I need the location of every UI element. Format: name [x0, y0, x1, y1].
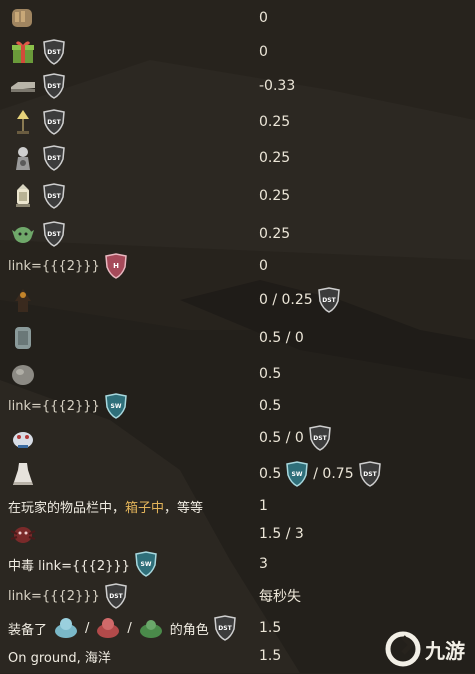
stat-value: 0.5 [259, 466, 282, 482]
poison-label: 中毒 link={{{2}}} [8, 558, 130, 574]
dst-shield-icon: DST [43, 109, 65, 135]
table-row: DST 0.25 [0, 216, 475, 252]
link-label: link={{{2}}} [8, 398, 100, 414]
stat-value: 0.25 [259, 114, 291, 130]
stone-tablet-icon [15, 327, 31, 349]
table-row: link={{{2}}} SW 0.5 [0, 388, 475, 424]
svg-text:DST: DST [47, 155, 61, 162]
boulder-icon [12, 365, 34, 385]
dst-shield-icon: DST [43, 73, 65, 99]
svg-text:SW: SW [140, 561, 151, 568]
table-row: 0.5 / 0 DST [0, 420, 475, 456]
svg-text:DST: DST [322, 297, 336, 304]
table-row: DST 0 [0, 34, 475, 70]
dst-shield-icon: DST [358, 461, 381, 487]
stat-value: 0 [259, 44, 268, 60]
table-row: DST 0.25 [0, 140, 475, 176]
lantern-icon [16, 184, 30, 207]
equipped-label-post: 的角色 [169, 622, 209, 638]
crow-perch-icon [15, 289, 31, 312]
stat-value: 0.5 / 0 [259, 330, 304, 346]
watermark: 九游 [385, 631, 465, 667]
svg-text:DST: DST [313, 435, 327, 442]
statue-icon [16, 147, 30, 170]
inventory-label: 在玩家的物品栏中，箱子中，等等 [8, 500, 204, 516]
dress-icon [13, 463, 33, 485]
h-shield-icon: H [104, 253, 127, 279]
spider-icon [10, 527, 36, 543]
jiuyou-logo-icon [385, 631, 421, 667]
svg-text:DST: DST [47, 231, 61, 238]
dst-shield-icon: DST [43, 145, 65, 171]
stat-value: 0.5 [259, 366, 282, 382]
table-row: link={{{2}}} DST 每秒失 [0, 578, 475, 614]
table-row: DST 0.25 [0, 178, 475, 214]
svg-text:DST: DST [47, 119, 61, 126]
stat-value: 3 [259, 556, 268, 572]
table-row: 0.5 SW / 0.75 DST [0, 456, 475, 492]
ground-label: On ground, 海洋 [8, 650, 111, 666]
svg-text:SW: SW [110, 403, 121, 410]
svg-text:SW: SW [292, 471, 303, 478]
gift-icon [12, 41, 34, 63]
table-row: 0 [0, 0, 475, 36]
table-row: 0 / 0.25 DST [0, 282, 475, 318]
stat-value: 1.5 [259, 620, 282, 636]
stat-value: 0 [259, 10, 268, 26]
table-row: DST 0.25 [0, 104, 475, 140]
table-row: link={{{2}}} H 0 [0, 248, 475, 284]
svg-text:DST: DST [109, 593, 123, 600]
sw-shield-icon: SW [286, 461, 309, 487]
stat-value: -0.33 [259, 78, 296, 94]
hand-icon [12, 9, 32, 27]
svg-text:DST: DST [218, 625, 232, 632]
stat-value: 0.5 / 0 [259, 430, 304, 446]
svg-text:DST: DST [47, 193, 61, 200]
svg-text:H: H [113, 262, 119, 270]
stat-value: 每秒失 [259, 589, 301, 605]
stat-value: 0.25 [259, 226, 291, 242]
dst-shield-icon: DST [43, 221, 65, 247]
link-label: link={{{2}}} [8, 588, 100, 604]
table-row: 0.5 / 0 [0, 320, 475, 356]
sw-shield-icon: SW [104, 393, 127, 419]
dst-shield-icon: DST [308, 425, 331, 451]
stat-value: 0.25 [259, 188, 291, 204]
stat-value: 0.5 [259, 398, 282, 414]
table-row: 0.5 [0, 356, 475, 392]
table-row: DST -0.33 [0, 68, 475, 104]
equipped-label-pre: 装备了 [8, 622, 48, 638]
goblin-head-icon [12, 227, 34, 243]
lamp-icon [17, 110, 29, 134]
table-row: 中毒 link={{{2}}} SW 3 [0, 546, 475, 582]
creature-icon [13, 432, 33, 448]
stat-value: 1 [259, 498, 268, 514]
stat-value: 1.5 / 3 [259, 526, 304, 542]
dst-shield-icon: DST [317, 287, 340, 313]
stat-value-secondary: / 0.75 [313, 466, 354, 482]
svg-text:DST: DST [47, 83, 61, 90]
watermark-text: 九游 [425, 640, 465, 663]
svg-text:DST: DST [363, 471, 377, 478]
dst-shield-icon: DST [43, 39, 65, 65]
sw-shield-icon: SW [135, 551, 157, 577]
bench-icon [11, 82, 35, 92]
dst-badge-text: DST [47, 49, 61, 56]
stat-value: 0 / 0.25 [259, 292, 313, 308]
dst-shield-icon: DST [104, 583, 127, 609]
stat-value: 0.25 [259, 150, 291, 166]
dst-shield-icon: DST [43, 183, 65, 209]
stat-value: 1.5 [259, 648, 282, 664]
stat-value: 0 [259, 258, 268, 274]
link-label: link={{{2}}} [8, 258, 100, 274]
